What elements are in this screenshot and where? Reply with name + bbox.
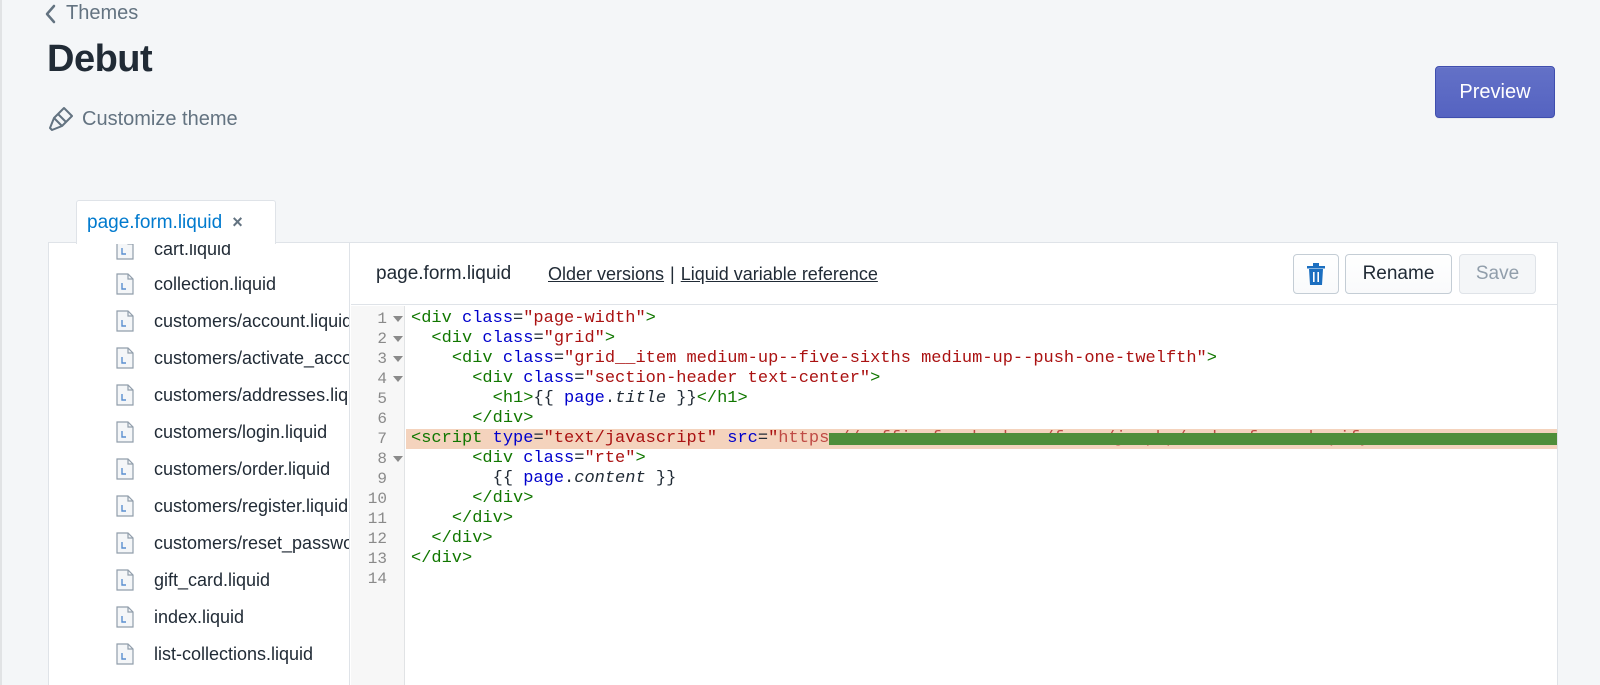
file-icon bbox=[116, 495, 134, 517]
file-item[interactable]: customers/activate_account.liquid bbox=[116, 343, 349, 373]
code-line: </div> bbox=[451, 509, 514, 528]
close-tab-icon[interactable]: × bbox=[232, 212, 243, 233]
code-line: {{ page.content }} bbox=[492, 469, 677, 488]
code-line: </div> bbox=[472, 409, 534, 428]
file-item[interactable]: collection.liquid bbox=[116, 269, 276, 299]
file-icon bbox=[116, 310, 134, 332]
customize-theme-label: Customize theme bbox=[82, 107, 238, 130]
file-name: list-collections.liquid bbox=[154, 643, 314, 664]
line-number: 7 bbox=[377, 430, 387, 448]
file-item[interactable]: customers/order.liquid bbox=[116, 454, 330, 484]
file-name: customers/order.liquid bbox=[154, 458, 331, 479]
file-icon bbox=[116, 384, 134, 406]
file-name: customers/login.liquid bbox=[154, 421, 328, 442]
code-line: </div> bbox=[411, 549, 473, 568]
line-number: 6 bbox=[377, 410, 387, 428]
brush-icon bbox=[49, 107, 73, 131]
file-icon bbox=[116, 243, 134, 260]
file-item[interactable]: customers/account.liquid bbox=[116, 306, 350, 336]
file-name: customers/account.liquid bbox=[154, 310, 350, 331]
left-border bbox=[0, 0, 2, 685]
link-separator: | bbox=[670, 264, 675, 284]
line-number: 8 bbox=[377, 450, 387, 468]
fold-marker-icon[interactable] bbox=[393, 336, 403, 342]
back-link-label: Themes bbox=[66, 2, 139, 24]
page-title: Debut bbox=[47, 38, 153, 80]
line-number: 10 bbox=[367, 490, 387, 508]
file-item[interactable]: list-collections.liquid bbox=[116, 639, 313, 669]
file-icon bbox=[116, 606, 134, 628]
file-item[interactable]: cart.liquid bbox=[116, 243, 231, 264]
line-number: 11 bbox=[367, 510, 387, 528]
back-to-themes-link[interactable]: Themes bbox=[44, 2, 138, 25]
line-number: 5 bbox=[377, 390, 387, 408]
fold-marker-icon[interactable] bbox=[393, 456, 403, 462]
rename-button[interactable]: Rename bbox=[1345, 254, 1452, 294]
tab-label: page.form.liquid bbox=[87, 211, 223, 233]
line-number: 1 bbox=[377, 310, 387, 328]
line-number: 12 bbox=[367, 530, 387, 548]
code-line: <div class="grid"> bbox=[431, 329, 616, 348]
line-number: 13 bbox=[367, 550, 387, 568]
tab-page-form-liquid[interactable]: page.form.liquid × bbox=[76, 200, 276, 244]
preview-button[interactable]: Preview bbox=[1435, 66, 1555, 118]
file-item[interactable]: index.liquid bbox=[116, 602, 244, 632]
file-icon bbox=[116, 347, 134, 369]
file-name: customers/reset_password.liquid bbox=[154, 532, 349, 553]
code-editor[interactable]: <div class="page-width"> <div class="gri… bbox=[406, 306, 1557, 685]
code-line: </div> bbox=[472, 489, 534, 508]
editor-header: page.form.liquid Older versions | Liquid… bbox=[351, 243, 1557, 305]
file-item[interactable]: customers/register.liquid bbox=[116, 491, 348, 521]
fold-marker-icon[interactable] bbox=[393, 316, 403, 322]
code-line: <h1>{{ page.title }}</h1> bbox=[492, 389, 748, 408]
file-name: customers/activate_account.liquid bbox=[154, 347, 349, 368]
liquid-variable-reference-link[interactable]: Liquid variable reference bbox=[681, 264, 878, 285]
editor-links: Older versions | Liquid variable referen… bbox=[548, 264, 878, 285]
file-icon bbox=[116, 532, 134, 554]
code-line: <div class="grid__item medium-up--five-s… bbox=[451, 349, 1217, 368]
line-number: 9 bbox=[377, 470, 387, 488]
save-button[interactable]: Save bbox=[1459, 254, 1536, 294]
older-versions-link[interactable]: Older versions bbox=[548, 264, 664, 285]
line-number: 2 bbox=[377, 330, 387, 348]
customize-theme-link[interactable]: Customize theme bbox=[46, 104, 238, 134]
file-item[interactable]: customers/addresses.liquid bbox=[116, 380, 349, 410]
file-icon bbox=[116, 569, 134, 591]
code-line-highlighted: <script type="text/javascript" src="http… bbox=[406, 429, 1557, 449]
code-line: </div> bbox=[431, 529, 493, 548]
file-icon bbox=[116, 458, 134, 480]
line-number: 14 bbox=[367, 570, 387, 588]
file-icon bbox=[116, 273, 134, 295]
file-item[interactable]: customers/reset_password.liquid bbox=[116, 528, 349, 558]
code-line: <div class="page-width"> bbox=[411, 309, 656, 328]
file-item[interactable]: customers/login.liquid bbox=[116, 417, 327, 447]
fold-marker-icon[interactable] bbox=[393, 356, 403, 362]
delete-file-button[interactable] bbox=[1293, 254, 1339, 294]
fold-marker-icon[interactable] bbox=[393, 376, 403, 382]
trash-icon bbox=[1307, 263, 1325, 285]
file-icon bbox=[116, 421, 134, 443]
file-name: gift_card.liquid bbox=[154, 569, 271, 590]
file-name: collection.liquid bbox=[154, 273, 277, 294]
code-line: <div class="section-header text-center"> bbox=[472, 369, 881, 388]
code-line: <div class="rte"> bbox=[472, 449, 646, 468]
file-item[interactable]: gift_card.liquid bbox=[116, 565, 270, 595]
file-icon bbox=[116, 643, 134, 665]
editor-panel: cart.liquid collection.liquid customers/… bbox=[48, 242, 1558, 685]
file-name: customers/register.liquid bbox=[154, 495, 349, 516]
line-number: 4 bbox=[377, 370, 387, 388]
file-sidebar: cart.liquid collection.liquid customers/… bbox=[49, 243, 350, 685]
file-name: cart.liquid bbox=[154, 243, 232, 259]
redaction-mark bbox=[829, 433, 1557, 445]
file-name: index.liquid bbox=[154, 606, 245, 627]
chevron-left-icon bbox=[45, 4, 56, 23]
file-name: customers/addresses.liquid bbox=[154, 384, 349, 405]
line-number: 3 bbox=[377, 350, 387, 368]
editor-filename: page.form.liquid bbox=[376, 263, 512, 284]
